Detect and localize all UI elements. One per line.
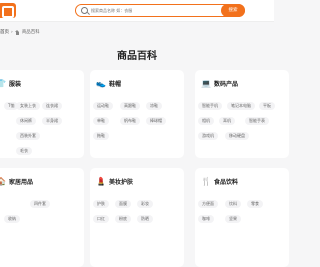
category-tag[interactable]: 平板 [259, 102, 275, 110]
category-tag[interactable]: 高跟鞋 [120, 102, 140, 110]
category-title: 服装 [9, 81, 22, 88]
category-tag[interactable]: 粉底 [115, 215, 131, 223]
category-tag[interactable]: 凉鞋 [146, 102, 162, 110]
category-tag[interactable]: 帆布鞋 [120, 117, 140, 125]
food-icon: 🍴 [201, 177, 211, 186]
search-box: 搜索 [75, 4, 245, 17]
category-tag[interactable]: 四件套 [30, 200, 50, 208]
logo[interactable] [0, 3, 16, 18]
category-card-food: 🍴 食品饮料 方便面 饮料 零食 咖啡 坚果 [195, 168, 289, 267]
category-tag[interactable]: 移动硬盘 [225, 132, 249, 140]
breadcrumb-current: 商品百科 [21, 30, 40, 35]
category-tag[interactable]: 零食 [247, 200, 263, 208]
category-card-home: 🏠 家居用品 四件套 收纳 [0, 168, 84, 267]
category-tag[interactable]: 智能手表 [245, 117, 269, 125]
category-title: 家居用品 [9, 179, 34, 186]
cosmetics-icon: 💄 [96, 177, 106, 186]
category-tag[interactable]: 咖啡 [198, 215, 214, 223]
home-icon [14, 29, 20, 35]
search-button[interactable]: 搜索 [221, 4, 245, 17]
search-icon [81, 7, 88, 14]
page-title: 商品百科 [117, 51, 157, 62]
category-title: 美妆护肤 [109, 179, 134, 186]
home-goods-icon: 🏠 [0, 177, 6, 186]
shirt-icon: 👕 [0, 79, 6, 88]
laptop-icon: 💻 [201, 79, 211, 88]
category-title: 数码产品 [214, 81, 239, 88]
category-card-clothing: 👕 服装 T恤 女装上衣 连衣裙 休闲裤 半身裙 西装外套 毛衣 [0, 70, 84, 158]
category-tag[interactable]: 单鞋 [93, 117, 109, 125]
category-tag[interactable]: 智能手机 [198, 102, 222, 110]
category-tag[interactable]: 相机 [198, 117, 214, 125]
category-tag[interactable]: 耳机 [219, 117, 235, 125]
category-tag[interactable]: 拖鞋 [93, 132, 109, 140]
category-tag[interactable]: 饮料 [225, 200, 241, 208]
category-tag[interactable]: 女装上衣 [16, 102, 40, 110]
category-tag[interactable]: 口红 [93, 215, 109, 223]
category-tag[interactable]: 收纳 [4, 215, 20, 223]
category-card-beauty: 💄 美妆护肤 护肤 面膜 彩妆 口红 粉底 防晒 [90, 168, 184, 267]
breadcrumb: 首页 › 商品百科 [0, 28, 40, 36]
category-tag[interactable]: 西装外套 [16, 132, 40, 140]
shoe-icon: 👟 [96, 79, 106, 88]
category-tag[interactable]: 面膜 [115, 200, 131, 208]
category-tag[interactable]: 半身裙 [42, 117, 62, 125]
category-tag[interactable]: 连衣裙 [42, 102, 62, 110]
breadcrumb-home[interactable]: 首页 [0, 29, 9, 35]
category-tag[interactable]: 毛衣 [16, 147, 32, 155]
category-tag[interactable]: 游戏机 [198, 132, 218, 140]
category-tag[interactable]: 棒球帽 [146, 117, 166, 125]
category-title: 食品饮料 [214, 179, 239, 186]
search-input[interactable] [91, 5, 211, 16]
category-title: 鞋帽 [109, 81, 122, 88]
category-tag[interactable]: 护肤 [93, 200, 109, 208]
category-card-shoes-hats: 👟 鞋帽 运动鞋 高跟鞋 凉鞋 单鞋 帆布鞋 棒球帽 拖鞋 [90, 70, 184, 158]
category-tag[interactable]: 休闲裤 [16, 117, 36, 125]
category-tag[interactable]: 防晒 [137, 215, 153, 223]
category-tag[interactable]: 运动鞋 [93, 102, 113, 110]
category-card-digital: 💻 数码产品 智能手机 笔记本电脑 平板 相机 耳机 智能手表 游戏机 移动硬盘 [195, 70, 289, 158]
category-tag[interactable]: 方便面 [198, 200, 218, 208]
category-tag[interactable]: 笔记本电脑 [227, 102, 255, 110]
category-tag[interactable]: 坚果 [225, 215, 241, 223]
top-bar: 搜索 [0, 0, 274, 22]
breadcrumb-separator: › [11, 29, 13, 35]
category-tag[interactable]: 彩妆 [137, 200, 153, 208]
